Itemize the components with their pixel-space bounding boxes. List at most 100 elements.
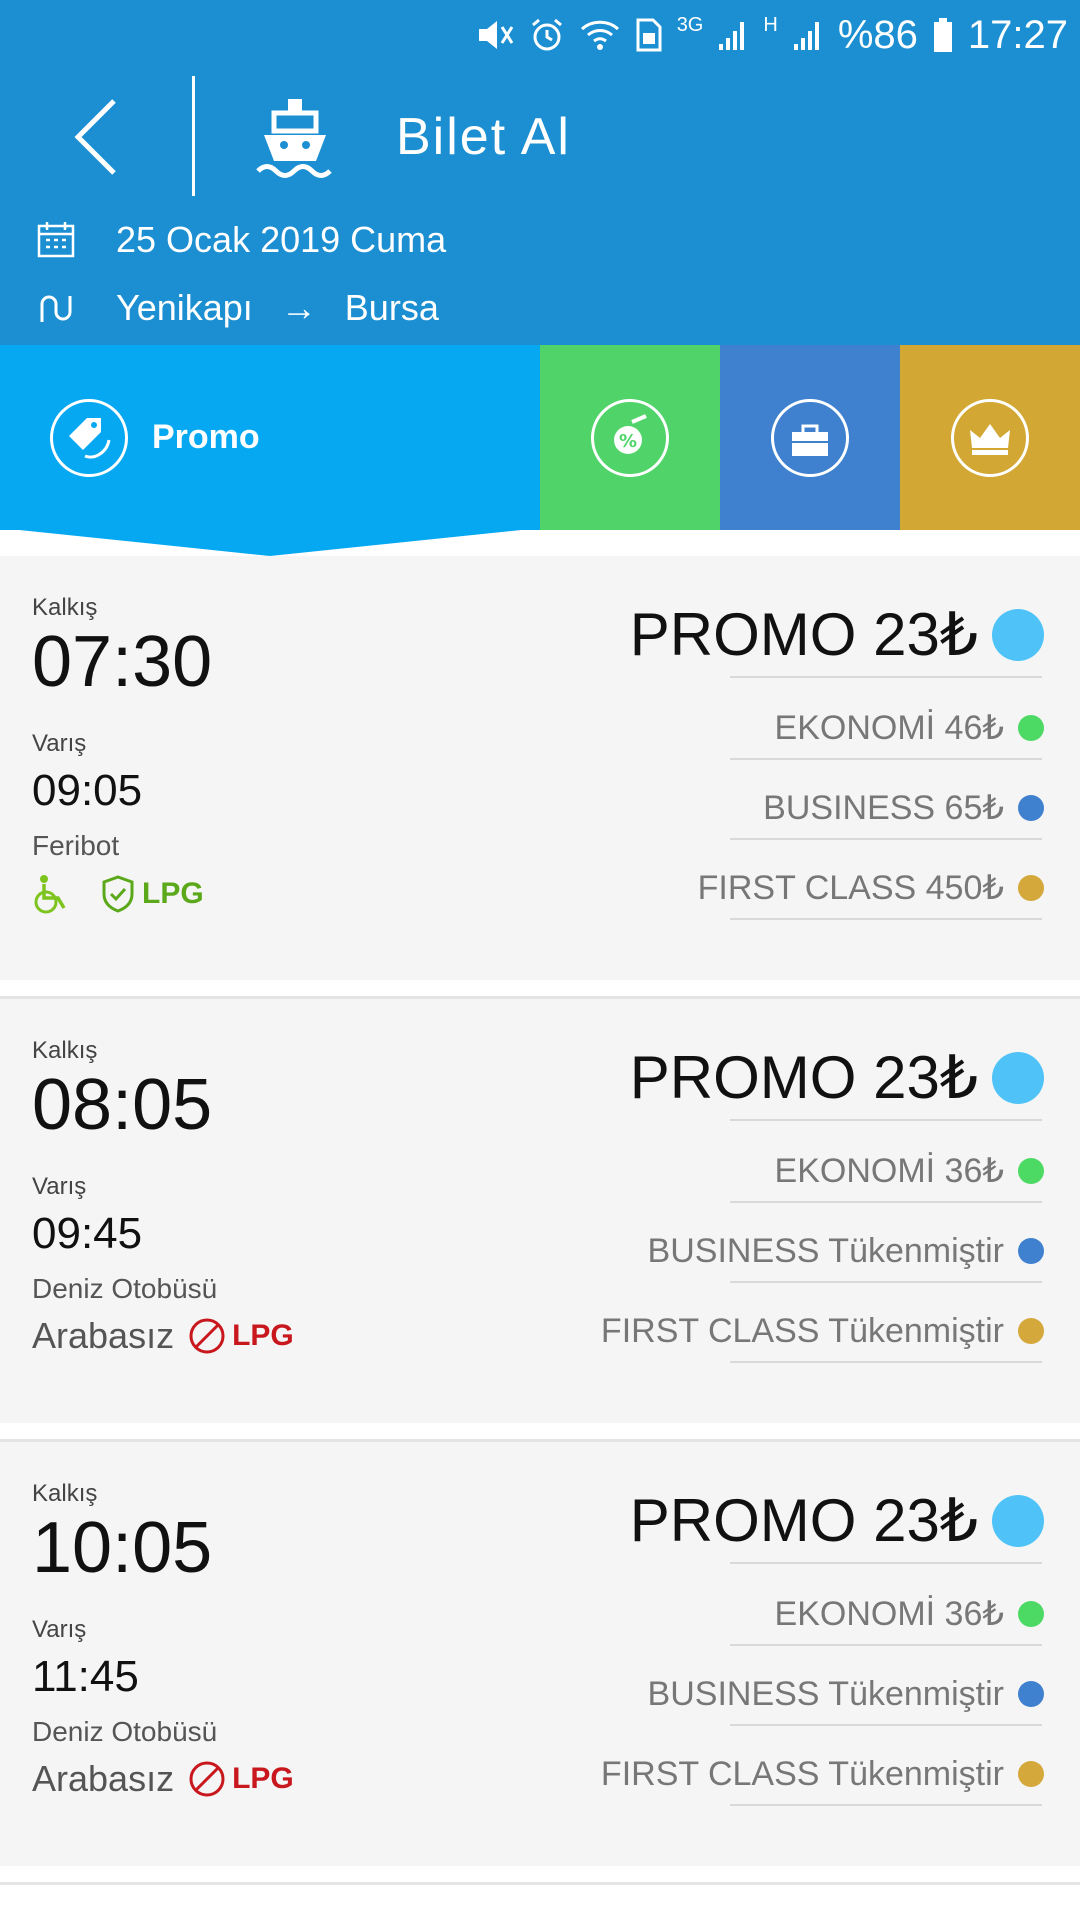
arrival-label: Varış bbox=[32, 1173, 87, 1200]
trip-card[interactable]: Kalkış 10:05 Varış 11:45 Deniz Otobüsü A… bbox=[0, 1442, 1080, 1866]
back-button[interactable] bbox=[60, 92, 130, 182]
fare-promo[interactable]: PROMO 23₺ bbox=[630, 1486, 1044, 1556]
promo-dot bbox=[992, 1495, 1044, 1547]
first-class-dot bbox=[1018, 1761, 1044, 1787]
tab-ekonomi[interactable]: % bbox=[540, 345, 720, 530]
fare-first-class[interactable]: FIRST CLASS Tükenmiştir bbox=[601, 1309, 1044, 1353]
fare-divider bbox=[730, 1724, 1042, 1726]
fare-promo-label: PROMO 23₺ bbox=[629, 1044, 978, 1111]
trip-features: Arabasız LPG bbox=[32, 1315, 294, 1357]
fare-first-class-label: FIRST CLASS Tükenmiştir bbox=[600, 1312, 1004, 1350]
departure-time: 08:05 bbox=[32, 1065, 213, 1145]
fare-business-label: BUSINESS Tükenmiştir bbox=[647, 1232, 1004, 1270]
vessel-type: Deniz Otobüsü bbox=[32, 1273, 218, 1304]
fare-divider bbox=[730, 1201, 1042, 1203]
no-car-label: Arabasız bbox=[32, 1315, 175, 1356]
arrival-time: 11:45 bbox=[32, 1652, 139, 1701]
fare-business[interactable]: BUSINESS 65₺ bbox=[763, 786, 1044, 830]
fare-ekonomi-label: EKONOMİ 46₺ bbox=[774, 709, 1004, 747]
battery-icon bbox=[933, 18, 952, 52]
no-entry-icon bbox=[189, 1318, 225, 1354]
fare-first-class-label: FIRST CLASS Tükenmiştir bbox=[600, 1755, 1004, 1793]
tab-promo[interactable]: Promo bbox=[0, 345, 540, 530]
tab-promo-label: Promo bbox=[152, 418, 260, 456]
fare-business[interactable]: BUSINESS Tükenmiştir bbox=[648, 1672, 1044, 1716]
ship-icon bbox=[256, 99, 332, 178]
fare-promo-label: PROMO 23₺ bbox=[629, 601, 978, 668]
back-arrow-icon bbox=[74, 99, 116, 175]
fare-divider bbox=[730, 1562, 1042, 1564]
departure-label: Kalkış bbox=[32, 594, 98, 621]
sim-icon bbox=[636, 18, 662, 52]
departure-time: 10:05 bbox=[32, 1508, 213, 1588]
lpg-not-allowed-label: LPG bbox=[232, 1319, 294, 1352]
promo-dot bbox=[992, 1052, 1044, 1104]
wheelchair-icon bbox=[34, 875, 66, 914]
fare-ekonomi[interactable]: EKONOMİ 36₺ bbox=[775, 1149, 1044, 1193]
fare-ekonomi[interactable]: EKONOMİ 46₺ bbox=[775, 706, 1044, 750]
alarm-icon bbox=[531, 18, 562, 51]
travel-date: 25 Ocak 2019 Cuma bbox=[116, 219, 447, 260]
route-row[interactable]: Yenikapı → Bursa bbox=[36, 286, 439, 330]
no-car-label: Arabasız bbox=[32, 1758, 175, 1799]
lpg-allowed-label: LPG bbox=[142, 877, 204, 910]
arrival-label: Varış bbox=[32, 1616, 87, 1643]
fare-first-class[interactable]: FIRST CLASS 450₺ bbox=[698, 866, 1044, 910]
fare-divider bbox=[730, 918, 1042, 920]
network-h-label: H bbox=[763, 14, 778, 36]
fare-promo[interactable]: PROMO 23₺ bbox=[630, 600, 1044, 670]
ekonomi-dot bbox=[1018, 1158, 1044, 1184]
fare-business-label: BUSINESS Tükenmiştir bbox=[647, 1675, 1004, 1713]
trip-card[interactable]: Kalkış 08:05 Varış 09:45 Deniz Otobüsü A… bbox=[0, 999, 1080, 1423]
network-3g-label: 3G bbox=[676, 14, 704, 36]
svg-text:%: % bbox=[619, 431, 637, 452]
arrival-time: 09:05 bbox=[32, 766, 143, 815]
signal-icon bbox=[719, 22, 745, 50]
fare-ekonomi[interactable]: EKONOMİ 36₺ bbox=[775, 1592, 1044, 1636]
trip-card[interactable]: Kalkış 07:30 Varış 09:05 Feribot LPG PRO… bbox=[0, 556, 1080, 980]
mute-icon bbox=[478, 21, 513, 49]
departure-label: Kalkış bbox=[32, 1480, 98, 1507]
vessel-type: Deniz Otobüsü bbox=[32, 1716, 218, 1747]
arrival-time: 09:45 bbox=[32, 1209, 143, 1258]
shield-check-icon bbox=[102, 875, 134, 913]
tab-first-class[interactable] bbox=[900, 345, 1080, 530]
fare-promo[interactable]: PROMO 23₺ bbox=[630, 1043, 1044, 1113]
business-dot bbox=[1018, 1238, 1044, 1264]
first-class-dot bbox=[1018, 875, 1044, 901]
tab-business[interactable] bbox=[720, 345, 900, 530]
fare-business-label: BUSINESS 65₺ bbox=[763, 789, 1004, 827]
business-dot bbox=[1018, 1681, 1044, 1707]
no-entry-icon bbox=[189, 1761, 225, 1797]
fare-ekonomi-label: EKONOMİ 36₺ bbox=[774, 1152, 1004, 1190]
route-to: Bursa bbox=[344, 287, 439, 328]
status-time: 17:27 bbox=[967, 13, 1068, 57]
fare-business[interactable]: BUSINESS Tükenmiştir bbox=[648, 1229, 1044, 1273]
fare-divider bbox=[730, 758, 1042, 760]
fare-category-tabs: Promo % bbox=[0, 345, 1080, 530]
trip-features: LPG bbox=[32, 874, 204, 914]
ekonomi-dot bbox=[1018, 715, 1044, 741]
fare-divider bbox=[730, 676, 1042, 678]
vessel-type: Feribot bbox=[32, 830, 120, 861]
app-header: 3G H %86 17:27 Bilet Al 25 Ocak 2019 Cum… bbox=[0, 0, 1080, 345]
fare-first-class[interactable]: FIRST CLASS Tükenmiştir bbox=[601, 1752, 1044, 1796]
fare-first-class-label: FIRST CLASS 450₺ bbox=[697, 869, 1004, 907]
fare-promo-label: PROMO 23₺ bbox=[629, 1487, 978, 1554]
business-dot bbox=[1018, 795, 1044, 821]
briefcase-icon bbox=[771, 398, 849, 477]
fare-divider bbox=[730, 1361, 1042, 1363]
route-icon bbox=[40, 295, 72, 322]
fare-divider bbox=[730, 838, 1042, 840]
card-separator bbox=[0, 1882, 1080, 1885]
trip-features: Arabasız LPG bbox=[32, 1758, 294, 1800]
header-divider bbox=[192, 76, 195, 196]
wifi-icon bbox=[580, 20, 619, 50]
date-row[interactable]: 25 Ocak 2019 Cuma bbox=[36, 218, 446, 262]
fare-divider bbox=[730, 1281, 1042, 1283]
route-arrow-icon: → bbox=[280, 287, 317, 328]
calendar-icon bbox=[37, 222, 75, 258]
fare-divider bbox=[730, 1644, 1042, 1646]
signal-icon-2 bbox=[793, 22, 819, 50]
fare-divider bbox=[730, 1804, 1042, 1806]
